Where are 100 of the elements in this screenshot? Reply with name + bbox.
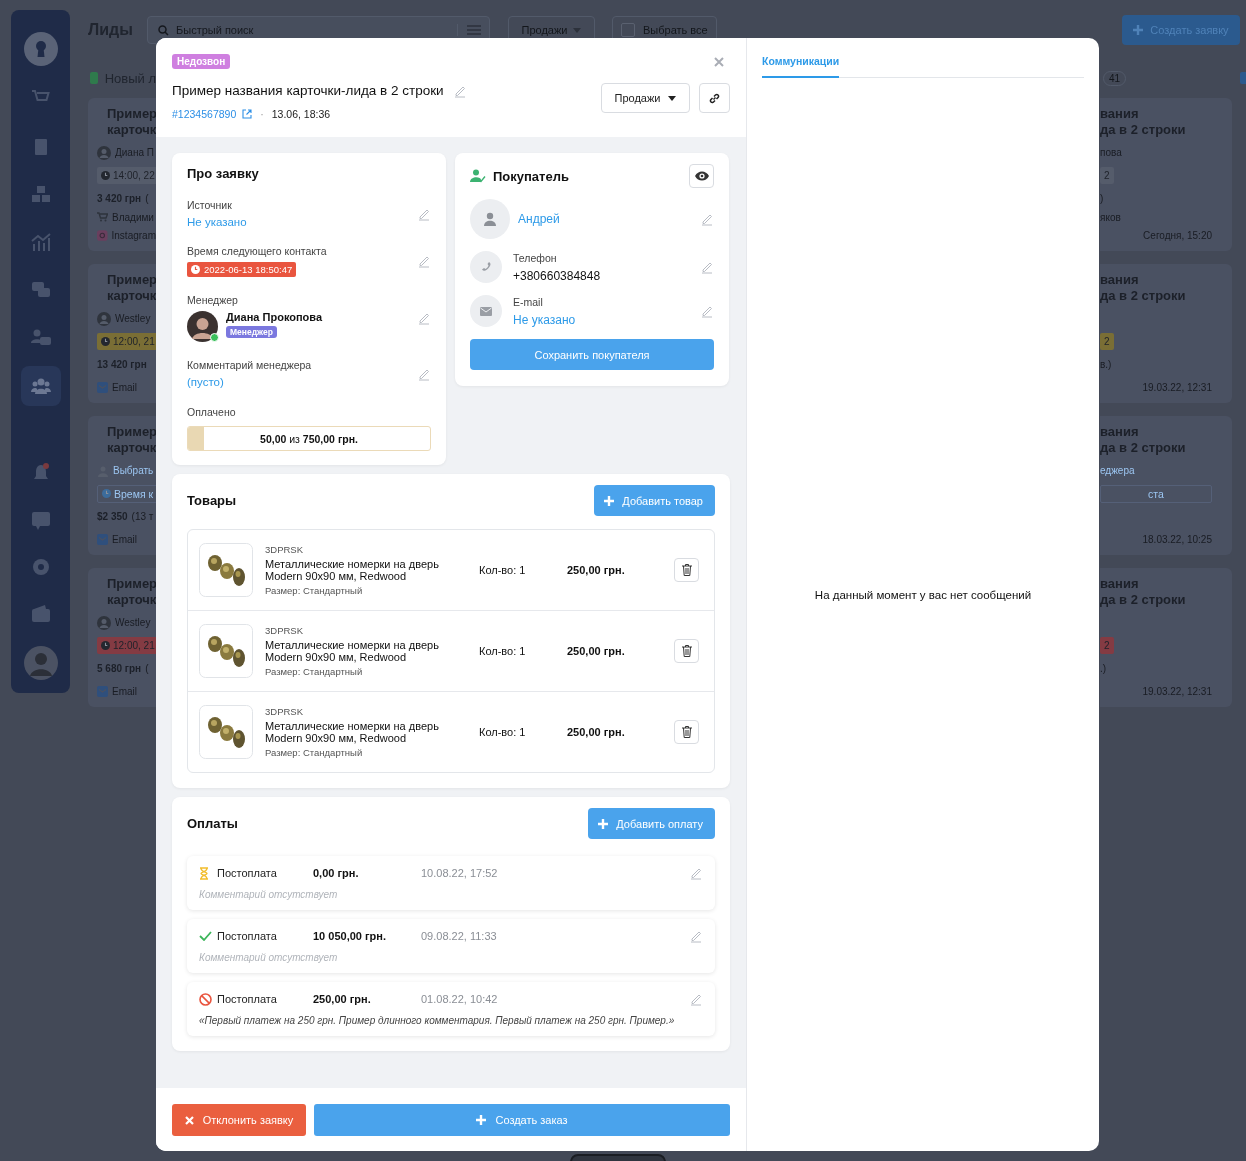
cart-icon	[97, 212, 108, 222]
edit-icon[interactable]	[689, 929, 703, 943]
product-variant: Размер: Стандартный	[265, 585, 364, 596]
card-title: карточк	[107, 288, 158, 304]
column-marker	[1240, 72, 1246, 84]
search-icon	[158, 25, 169, 36]
card-title: Пример	[107, 424, 158, 440]
chart-icon[interactable]	[30, 232, 51, 252]
amount-text: 13 420 грн	[97, 359, 147, 370]
field-value-link[interactable]: Не указано	[187, 216, 247, 228]
payment-comment: Комментарий отсутствует	[199, 889, 339, 900]
avatar-icon	[97, 615, 111, 630]
date-text: 18.03.22, 10:25	[1142, 534, 1212, 545]
email-icon	[97, 686, 108, 697]
pipeline-dropdown[interactable]: Продажи	[601, 83, 690, 113]
field-label: Время следующего контакта	[187, 245, 327, 257]
field-label: Комментарий менеджера	[187, 359, 312, 371]
edit-icon[interactable]	[700, 212, 714, 226]
product-brand: 3DPRSK	[265, 544, 304, 555]
product-variant: Размер: Стандартный	[265, 747, 364, 758]
lead-id-link[interactable]: #1234567890	[172, 108, 237, 120]
save-buyer-button[interactable]: Сохранить покупателя	[470, 339, 714, 370]
tab[interactable]: Коммуникации	[762, 53, 840, 78]
time-chip: ста	[1100, 484, 1212, 503]
edit-icon[interactable]	[417, 254, 431, 268]
lead-title: Пример названия карточки-лида в 2 строки	[172, 83, 444, 98]
payment-comment: Комментарий отсутствует	[199, 952, 339, 963]
trash-icon	[681, 564, 692, 576]
edit-icon[interactable]	[689, 992, 703, 1006]
trash-icon	[681, 726, 692, 738]
contacts-icon[interactable]	[30, 328, 51, 348]
trash-icon	[681, 645, 692, 657]
edit-icon[interactable]	[417, 311, 431, 325]
field-value-link[interactable]: (пусто)	[187, 376, 224, 388]
avatar-icon	[97, 145, 111, 160]
card-title: карточк	[107, 122, 158, 138]
product-quantity: Кол-во: 1	[479, 726, 527, 738]
contact-value: Не указано	[513, 312, 577, 327]
lead-card[interactable]: Пример карточк Westley 12:00, 21 13 420 грн Email	[88, 264, 156, 403]
payment-type: Постоплата	[217, 930, 278, 942]
settings-icon[interactable]	[30, 557, 51, 577]
copy-link-button[interactable]	[699, 83, 730, 113]
checkbox-label: Выбрать все	[643, 24, 708, 36]
card-title: вания	[1100, 106, 1140, 122]
person-name: Выбрать	[113, 465, 154, 476]
chat-icon[interactable]	[30, 280, 51, 300]
close-icon	[184, 1115, 194, 1125]
lead-card[interactable]: вания да в 2 строки еджера ста 18.03.22, 10:25	[1100, 416, 1232, 555]
card-title: да в 2 строки	[1100, 592, 1186, 608]
wallet-icon[interactable]	[30, 604, 51, 624]
phone-icon	[470, 251, 502, 283]
amount-note: в.)	[1100, 359, 1112, 370]
progress-text: 50,00 из 750,00 грн.	[260, 432, 358, 445]
logo-icon[interactable]	[23, 32, 58, 66]
date-text: Сегодня, 15:20	[1143, 230, 1212, 241]
edit-icon[interactable]	[689, 866, 703, 880]
payment-date: 10.08.22, 17:52	[421, 867, 499, 879]
clock-icon	[101, 337, 110, 346]
avatar-icon[interactable]	[23, 646, 58, 680]
create-order-button[interactable]: Создать заказ	[314, 1104, 730, 1136]
product-brand: 3DPRSK	[265, 625, 304, 636]
status-badge: Недозвон	[172, 54, 231, 69]
caret-icon	[573, 27, 582, 33]
checkbox[interactable]	[621, 23, 635, 37]
payment-date: 09.08.22, 11:33	[421, 930, 498, 942]
lead-card[interactable]: вания да в 2 строки 2 в.) 19.03.22, 12:31	[1100, 264, 1232, 403]
add-payment-button[interactable]: Добавить оплату	[588, 808, 715, 839]
boxes-icon[interactable]	[30, 184, 51, 204]
external-link-icon[interactable]	[242, 109, 253, 119]
time-chip: 12:00, 21	[97, 333, 159, 350]
reject-button[interactable]: Отклонить заявку	[172, 1104, 306, 1136]
delete-button[interactable]	[674, 639, 699, 663]
payment-date: 01.08.22, 10:42	[421, 993, 499, 1005]
amount-text: 5 680 грн	[97, 663, 142, 674]
card-title: Пример	[107, 576, 158, 592]
lead-card[interactable]: Пример карточк Диана П 14:00, 22 3 420 грн ( Владими Instagram	[88, 98, 156, 251]
lead-card[interactable]: Пример карточк Westley 12:00, 21 5 680 грн ( Email	[88, 568, 156, 707]
amount-note: )	[1100, 193, 1104, 204]
eye-icon	[694, 170, 709, 182]
lead-card[interactable]: вания да в 2 строки 2 .) 19.03.22, 12:31	[1100, 568, 1232, 707]
date-text: 19.03.22, 12:31	[1142, 686, 1212, 697]
instagram-icon	[97, 230, 108, 241]
close-icon[interactable]	[714, 57, 724, 67]
delete-button[interactable]	[674, 720, 699, 744]
product-brand: 3DPRSK	[265, 706, 304, 717]
card-title: Про заявку	[187, 166, 260, 181]
view-button[interactable]	[689, 164, 714, 188]
person-name: пова	[1100, 147, 1122, 158]
add-product-button[interactable]: Добавить товар	[594, 485, 715, 516]
delete-button[interactable]	[674, 558, 699, 582]
field-label: Источник	[187, 199, 232, 211]
team-icon[interactable]	[30, 376, 51, 396]
deadline-chip: 2022-06-13 18:50:47	[187, 262, 297, 277]
buyer-name-link[interactable]: Андрей	[518, 212, 692, 226]
nav-item[interactable]	[20, 366, 61, 406]
edit-icon[interactable]	[700, 304, 714, 318]
amount-text: 3 420 грн	[97, 193, 142, 204]
amount-text: $2 350	[97, 511, 128, 522]
created-date: 13.06, 18:36	[271, 108, 331, 120]
edit-icon[interactable]	[700, 260, 714, 274]
